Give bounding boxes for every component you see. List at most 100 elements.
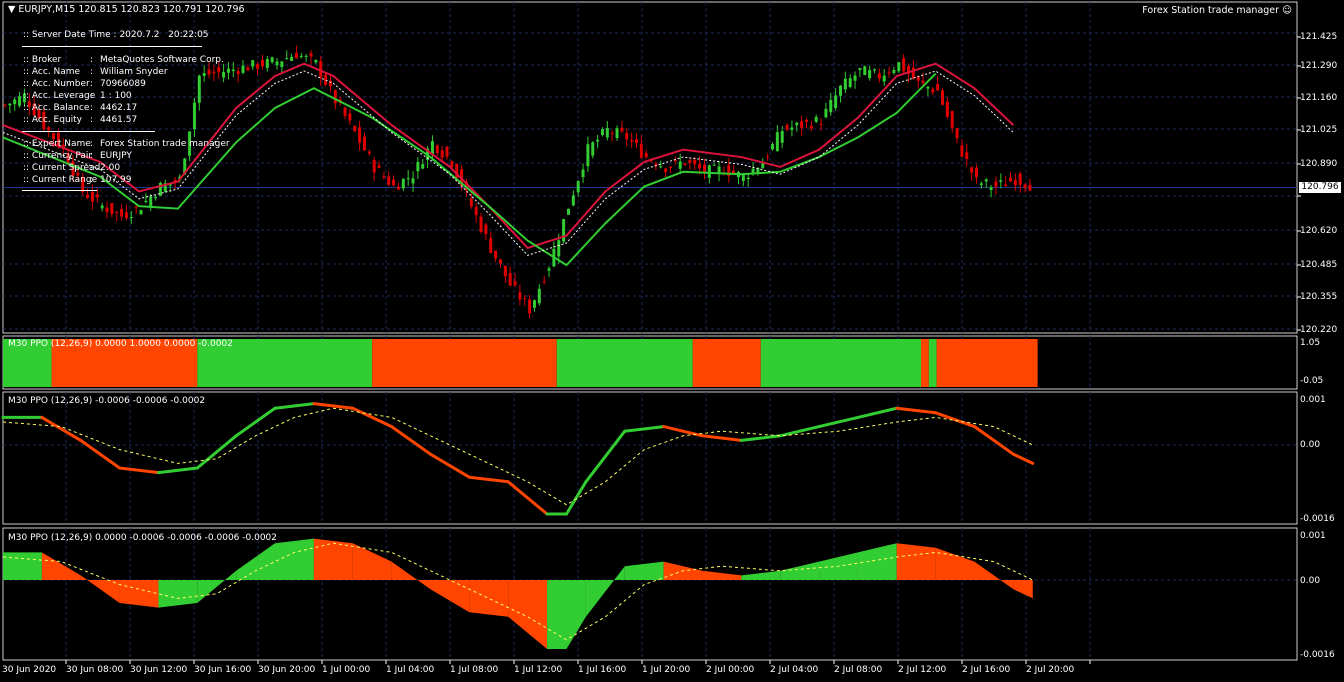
candle-body xyxy=(634,139,638,144)
ppo-line-segment xyxy=(856,406,899,419)
candle-body xyxy=(333,90,337,104)
candle-body xyxy=(630,139,634,142)
candle-body xyxy=(241,65,245,73)
candle-body xyxy=(955,128,959,139)
time-tick-label: 2 Jul 12:00 xyxy=(898,665,947,675)
candle-body xyxy=(387,176,391,185)
candle-body xyxy=(994,181,998,187)
ppo-histogram-area xyxy=(741,570,781,580)
candle-body xyxy=(639,143,643,158)
ppo-histogram-area xyxy=(624,561,664,580)
candle-body xyxy=(226,68,230,73)
ppo-state-block xyxy=(921,339,929,387)
ppo-line-segment xyxy=(312,402,355,410)
expert-info-key: :: Current Spread xyxy=(23,163,101,173)
candle-body xyxy=(8,103,12,106)
candle-body xyxy=(596,139,600,142)
ppo-line-segment xyxy=(739,434,782,442)
ppo-histogram-area xyxy=(780,561,820,580)
expert-info-value: Forex Station trade manager xyxy=(100,139,230,149)
ppo-line-segment xyxy=(584,429,627,484)
candle-body xyxy=(717,166,721,174)
candle-body xyxy=(265,59,269,68)
candle-body xyxy=(304,55,308,57)
panel-frame xyxy=(2,391,1298,525)
ppo-line-segment xyxy=(1011,452,1035,465)
separator: : xyxy=(90,115,94,125)
candle-body xyxy=(154,196,158,199)
ppo-histogram-area xyxy=(313,538,353,580)
candle-body xyxy=(129,216,133,218)
candle-body xyxy=(124,212,128,219)
ppo-line-segment xyxy=(506,480,549,516)
ppo-line-segment xyxy=(623,425,666,433)
candle-body xyxy=(469,198,473,207)
candle-body xyxy=(975,167,978,178)
ppo-histogram-area xyxy=(469,580,509,617)
candle-body xyxy=(275,61,279,66)
sub2-scale-top: 0.001 xyxy=(1300,395,1326,405)
candle-body xyxy=(1013,180,1017,186)
ppo-line-segment xyxy=(195,434,238,470)
candle-body xyxy=(911,67,915,79)
ma-lower-band xyxy=(2,72,937,267)
ppo-histogram-area xyxy=(702,570,742,580)
candle-body xyxy=(377,165,381,168)
sub2-scale-mid: 0.00 xyxy=(1300,440,1321,450)
candle-body xyxy=(863,66,867,76)
ppo-line-segment xyxy=(934,411,976,429)
candle-body xyxy=(207,69,211,75)
ppo-histogram-area xyxy=(1013,580,1033,599)
candle-body xyxy=(872,69,876,71)
ppo-histogram-area xyxy=(41,552,81,580)
candle-body xyxy=(838,85,842,96)
separator: : xyxy=(90,67,94,77)
expert-info-key: :: Currency Pair xyxy=(23,151,93,161)
candle-body xyxy=(498,259,502,264)
ppo-histogram-area xyxy=(857,543,897,580)
ppo-line-segment xyxy=(273,402,316,410)
separator: : xyxy=(90,151,94,161)
candle-body xyxy=(416,161,420,172)
candle-body xyxy=(435,145,439,154)
account-info-row: :: Acc. Number: 70966089 xyxy=(23,78,146,90)
ppo-line-segment xyxy=(817,415,860,429)
candle-body xyxy=(314,59,318,63)
candle-body xyxy=(780,131,784,143)
candle-body xyxy=(149,196,153,207)
time-tick-label: 30 Jun 2020 xyxy=(2,665,57,675)
candle-body xyxy=(785,124,789,130)
expert-advisor-label[interactable]: Forex Station trade manager ☺ xyxy=(1142,5,1292,16)
candle-body xyxy=(775,132,779,152)
ppo-histogram-area xyxy=(585,566,625,617)
candle-body xyxy=(897,62,901,72)
price-tick-label: 120.890 xyxy=(1300,159,1338,169)
sub1-scale-bottom: -0.05 xyxy=(1300,376,1324,386)
candle-body xyxy=(421,164,425,169)
candle-body xyxy=(542,281,546,283)
time-tick-label: 2 Jul 16:00 xyxy=(962,665,1011,675)
candle-body xyxy=(824,108,828,118)
candle-body xyxy=(362,136,366,151)
ppo-histogram-area xyxy=(236,543,276,580)
candle-body xyxy=(591,142,595,156)
time-tick-label: 1 Jul 08:00 xyxy=(450,665,499,675)
candle-body xyxy=(309,53,313,57)
time-tick-label: 30 Jun 08:00 xyxy=(66,665,124,675)
time-tick-label: 30 Jun 16:00 xyxy=(194,665,252,675)
separator: : xyxy=(90,91,94,101)
candle-body xyxy=(766,156,770,158)
candle-body xyxy=(246,67,250,71)
ppo-line-segment xyxy=(234,406,277,438)
candle-body xyxy=(902,58,906,72)
ppo-line-segment xyxy=(118,466,160,475)
candle-body xyxy=(625,133,629,140)
ppo-histogram-area xyxy=(547,580,567,649)
candle-body xyxy=(605,127,609,138)
candle-body xyxy=(678,161,682,169)
ppo-state-block xyxy=(372,339,557,387)
ppo-histogram-area xyxy=(158,580,198,608)
candle-body xyxy=(217,67,221,72)
candle-body xyxy=(882,75,886,82)
candle-body xyxy=(576,180,580,193)
